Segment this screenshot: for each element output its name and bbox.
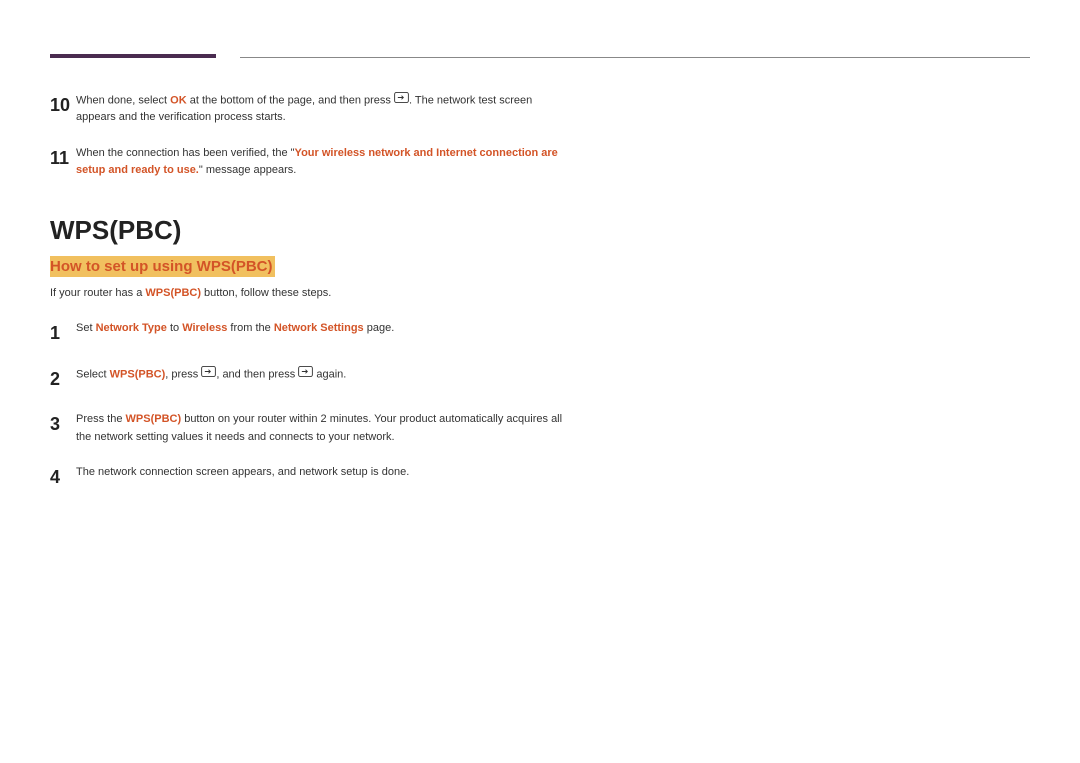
wireless-label: Wireless [182, 322, 227, 334]
intro-paragraph: If your router has a WPS(PBC) button, fo… [50, 285, 570, 302]
step-number: 3 [50, 411, 76, 439]
step-text: Select WPS(PBC), press , and then press … [76, 366, 570, 383]
step-3-row: 3 Press the WPS(PBC) button on your rout… [50, 411, 570, 445]
step-number: 4 [50, 464, 76, 492]
step-text: Set Network Type to Wireless from the Ne… [76, 320, 570, 337]
wpspbc-label: WPS(PBC) [145, 287, 201, 299]
text-fragment: If your router has a [50, 287, 145, 299]
wpspbc-label: WPS(PBC) [110, 368, 166, 380]
step-number: 10 [50, 92, 76, 120]
step-text: When done, select OK at the bottom of th… [76, 92, 570, 127]
thin-rule [240, 57, 1030, 58]
step-1-row: 1 Set Network Type to Wireless from the … [50, 320, 570, 348]
text-fragment: Select [76, 368, 110, 380]
text-fragment: , and then press [216, 368, 298, 380]
step-text: When the connection has been verified, t… [76, 145, 570, 179]
document-page: 10 When done, select OK at the bottom of… [0, 0, 1080, 559]
enter-icon [394, 92, 409, 109]
step-2-row: 2 Select WPS(PBC), press , and then pres… [50, 366, 570, 394]
text-fragment: again. [313, 368, 346, 380]
text-fragment: Press the [76, 413, 126, 425]
text-fragment: from the [227, 322, 273, 334]
step-number: 2 [50, 366, 76, 394]
text-fragment: to [167, 322, 182, 334]
step-4-row: 4 The network connection screen appears,… [50, 464, 570, 492]
enter-icon [298, 366, 313, 383]
text-fragment: , press [165, 368, 201, 380]
text-fragment: page. [364, 322, 395, 334]
step-number: 11 [50, 145, 76, 173]
text-fragment: The network connection screen appears, a… [76, 466, 409, 478]
ok-label: OK [170, 94, 187, 106]
section-heading: WPS(PBC) [50, 215, 570, 246]
step-10-row: 10 When done, select OK at the bottom of… [50, 92, 570, 127]
text-fragment: When the connection has been verified, t… [76, 147, 295, 159]
text-fragment: at the bottom of the page, and then pres… [187, 94, 394, 106]
text-fragment: When done, select [76, 94, 170, 106]
text-fragment: Set [76, 322, 96, 334]
subsection-heading: How to set up using WPS(PBC) [50, 256, 275, 277]
step-11-row: 11 When the connection has been verified… [50, 145, 570, 179]
header-rule [50, 54, 1030, 58]
step-text: Press the WPS(PBC) button on your router… [76, 411, 570, 445]
network-type-label: Network Type [96, 322, 167, 334]
step-number: 1 [50, 320, 76, 348]
content-column: 10 When done, select OK at the bottom of… [50, 92, 570, 491]
wpspbc-label: WPS(PBC) [126, 413, 182, 425]
step-text: The network connection screen appears, a… [76, 464, 570, 481]
text-fragment: " message appears. [199, 164, 296, 176]
enter-icon [201, 366, 216, 383]
text-fragment: button, follow these steps. [201, 287, 331, 299]
network-settings-label: Network Settings [274, 322, 364, 334]
accent-bar [50, 54, 216, 58]
